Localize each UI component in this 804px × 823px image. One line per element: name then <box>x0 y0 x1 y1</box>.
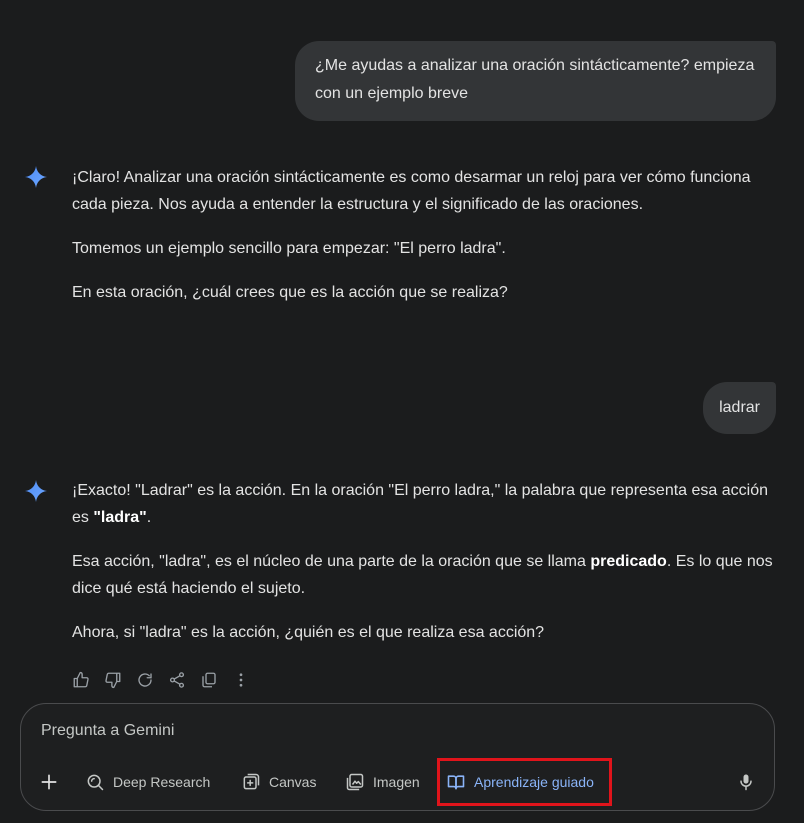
text-run: Esa acción, "ladra", es el núcleo de una… <box>72 553 591 570</box>
text-run: . <box>146 509 152 526</box>
regenerate-button[interactable] <box>136 671 154 689</box>
thumbs-up-icon <box>73 671 89 688</box>
user-message-text: ladrar <box>719 399 760 416</box>
canvas-label: Canvas <box>269 774 317 790</box>
composer-toolbar: Deep Research Canvas Imagen Aprendizaje … <box>21 766 774 798</box>
response-actions <box>72 669 264 691</box>
more-options-button[interactable] <box>232 671 250 689</box>
deep-research-icon <box>87 774 104 791</box>
canvas-button[interactable]: Canvas <box>241 766 316 798</box>
assistant-paragraph: En esta oración, ¿cuál crees que es la a… <box>72 284 508 301</box>
copy-button[interactable] <box>200 671 218 689</box>
assistant-paragraph: Ahora, si "ladra" es la acción, ¿quién e… <box>72 624 545 641</box>
image-icon <box>346 773 364 791</box>
book-icon <box>447 775 465 790</box>
guided-learning-label: Aprendizaje guiado <box>474 774 594 790</box>
more-vert-icon <box>239 673 243 687</box>
share-icon <box>169 672 185 688</box>
mic-icon <box>740 774 752 791</box>
user-message-text: ¿Me ayudas a analizar una oración sintác… <box>315 57 755 102</box>
copy-icon <box>202 672 216 688</box>
gemini-spark-icon <box>25 480 47 502</box>
prompt-input[interactable]: Pregunta a Gemini <box>41 722 174 740</box>
bold-text: predicado <box>590 553 667 570</box>
assistant-message: ¡Claro! Analizar una oración sintácticam… <box>72 164 787 323</box>
bold-text: "ladra" <box>93 509 147 526</box>
user-message-bubble: ladrar <box>703 382 776 434</box>
deep-research-label: Deep Research <box>113 774 211 790</box>
imagen-button[interactable]: Imagen <box>345 766 420 798</box>
prompt-composer[interactable]: Pregunta a Gemini Deep Research Canvas I… <box>20 703 775 811</box>
plus-icon <box>41 774 57 790</box>
assistant-paragraph: Tomemos un ejemplo sencillo para empezar… <box>72 240 506 257</box>
imagen-label: Imagen <box>373 774 420 790</box>
thumbs-up-button[interactable] <box>72 671 90 689</box>
gemini-spark-icon <box>25 166 47 188</box>
guided-learning-button[interactable]: Aprendizaje guiado <box>446 766 594 798</box>
assistant-message: ¡Exacto! "Ladrar" es la acción. En la or… <box>72 477 787 663</box>
chat-page: ¿Me ayudas a analizar una oración sintác… <box>0 0 804 823</box>
microphone-button[interactable] <box>736 766 756 798</box>
assistant-paragraph: Esa acción, "ladra", es el núcleo de una… <box>72 548 787 602</box>
text-run: ¡Exacto! "Ladrar" es la acción. En la or… <box>72 482 768 526</box>
thumbs-down-icon <box>105 672 121 689</box>
canvas-icon <box>243 773 260 790</box>
assistant-paragraph: ¡Claro! Analizar una oración sintácticam… <box>72 169 751 213</box>
assistant-paragraph: ¡Exacto! "Ladrar" es la acción. En la or… <box>72 477 787 531</box>
regenerate-icon <box>138 673 152 687</box>
thumbs-down-button[interactable] <box>104 671 122 689</box>
deep-research-button[interactable]: Deep Research <box>85 766 210 798</box>
user-message-bubble: ¿Me ayudas a analizar una oración sintác… <box>295 41 776 121</box>
add-button[interactable] <box>39 766 59 798</box>
share-button[interactable] <box>168 671 186 689</box>
